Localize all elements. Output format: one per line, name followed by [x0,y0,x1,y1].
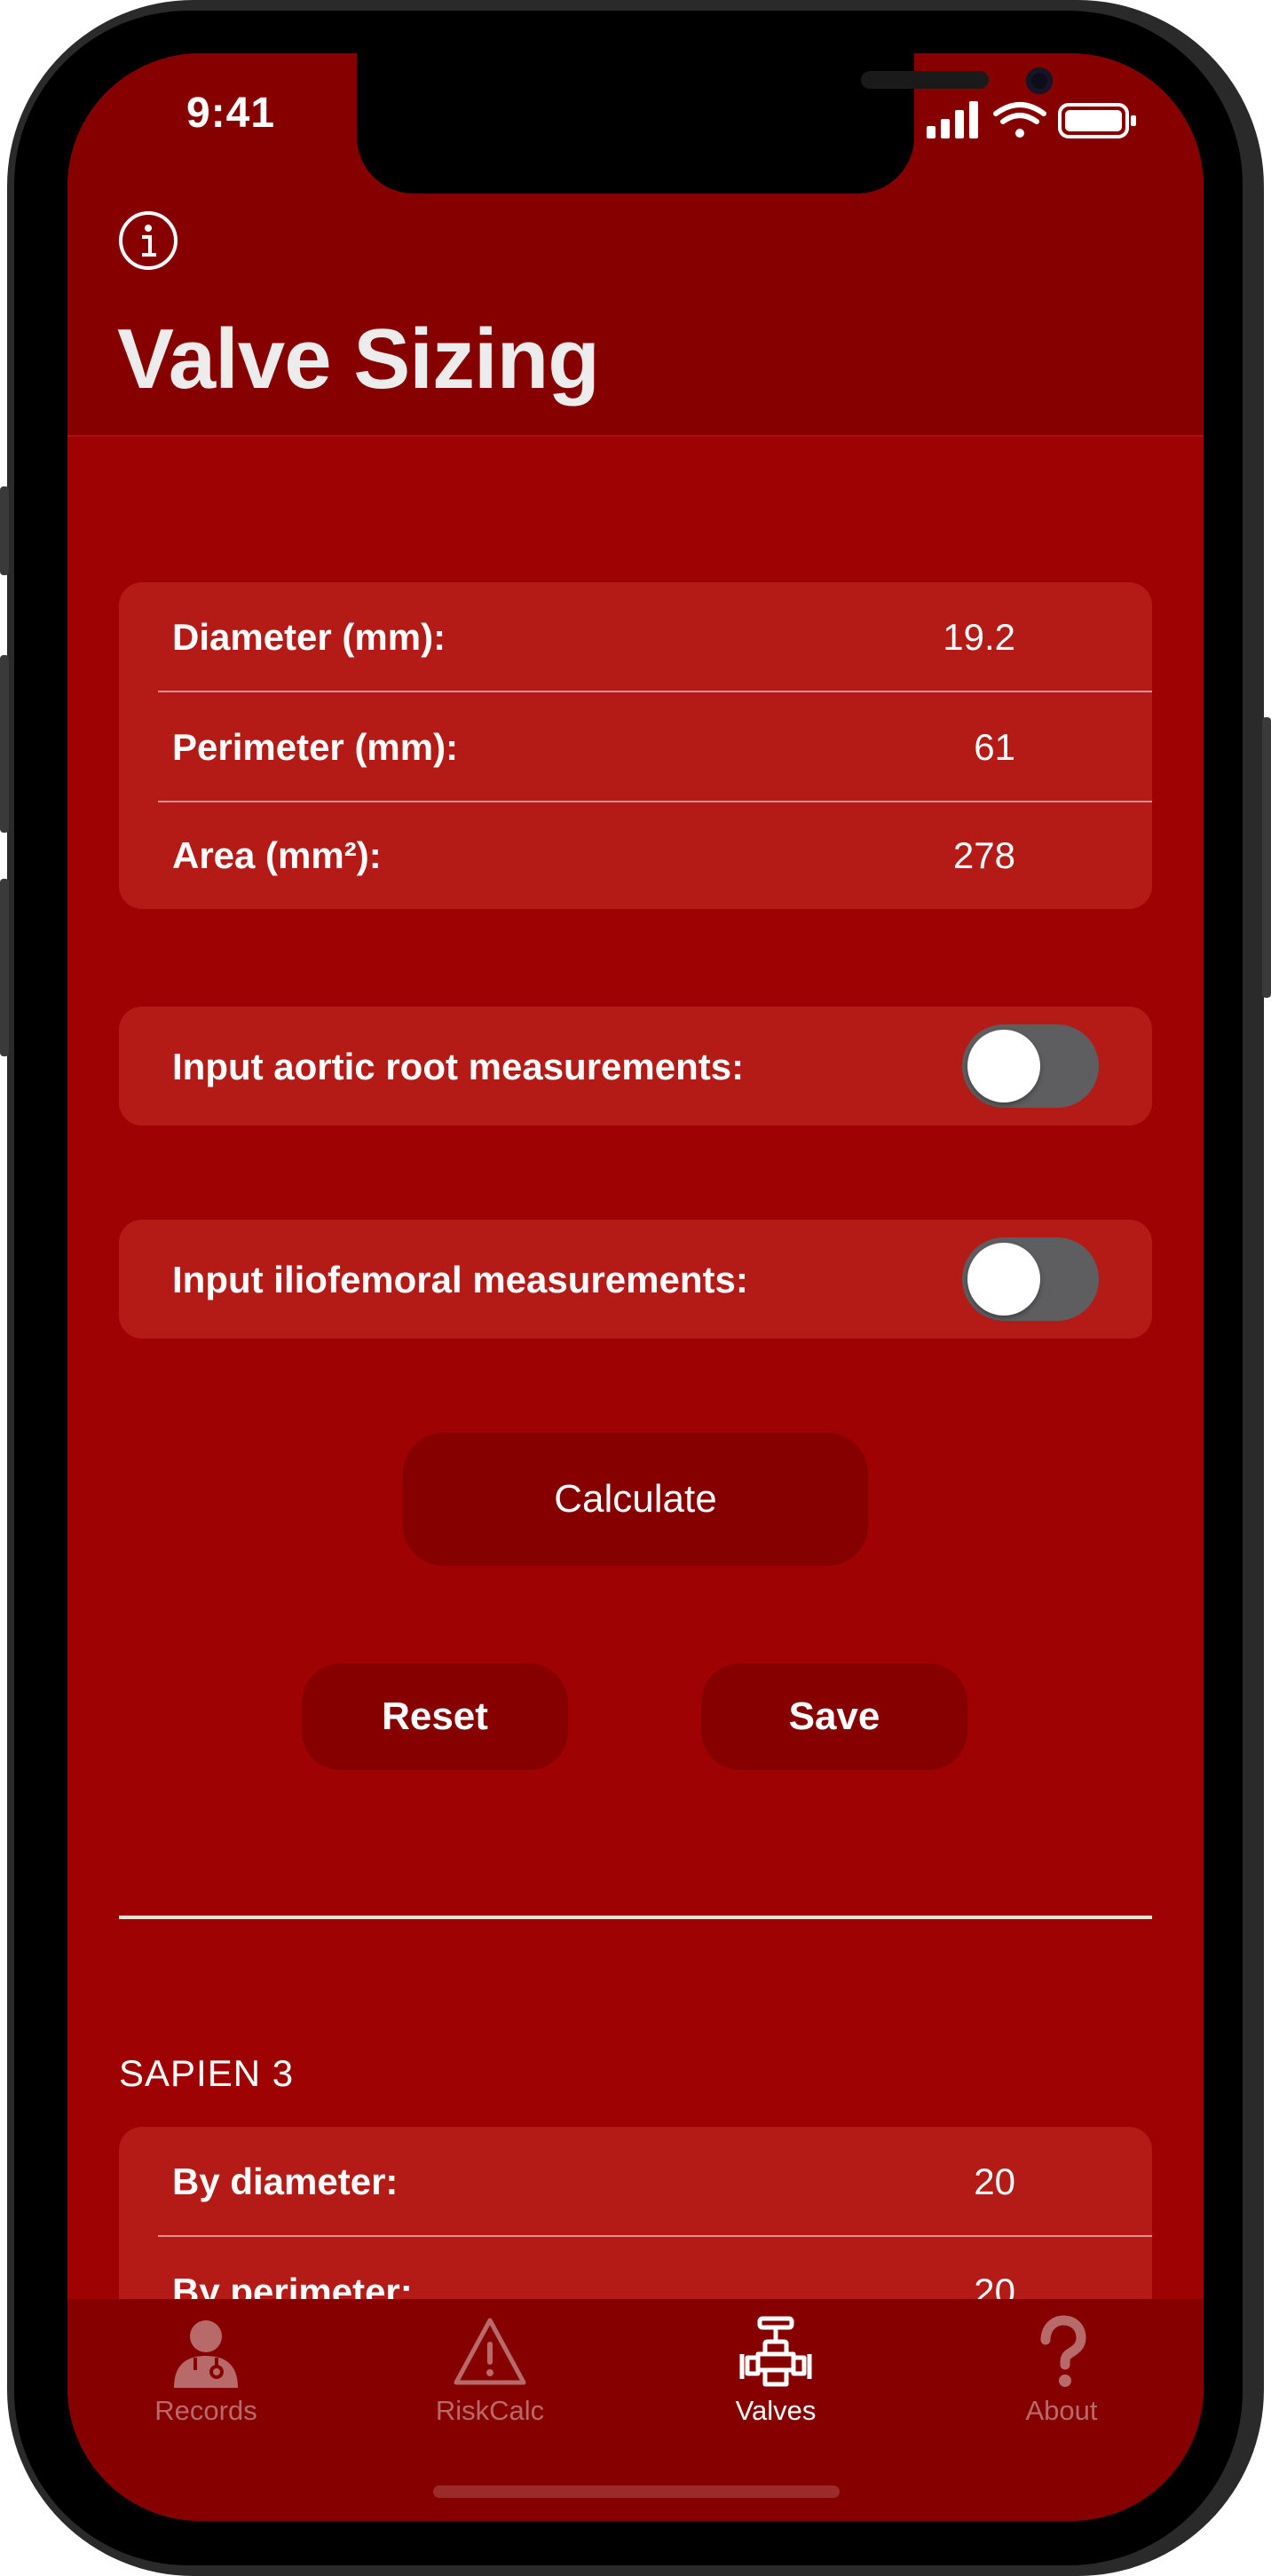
by-diameter-row: By diameter: 20 [119,2127,1152,2235]
cellular-signal-icon [927,101,978,138]
by-diameter-value: 20 [974,2161,1015,2202]
perimeter-label: Perimeter (mm): [172,726,459,768]
area-row[interactable]: Area (mm²): 278 [119,801,1152,909]
save-button[interactable]: Save [701,1663,967,1770]
tab-about[interactable]: About [973,2315,1150,2430]
question-icon [1040,2315,1086,2387]
toggle-knob [967,1243,1040,1316]
info-icon [119,211,178,270]
tab-riskcalc[interactable]: RiskCalc [401,2315,579,2430]
doctor-icon [174,2320,238,2388]
tab-about-label: About [1025,2395,1098,2426]
diameter-label: Diameter (mm): [172,616,446,658]
volume-down-button [0,879,9,1056]
power-button [1262,717,1271,998]
diameter-row[interactable]: Diameter (mm): 19.2 [119,582,1152,691]
tab-valves-label: Valves [735,2395,817,2426]
valve-icon [739,2316,812,2387]
page-title: Valve Sizing [117,312,600,407]
aortic-root-row: Input aortic root measurements: [119,1012,1152,1120]
home-indicator[interactable] [433,2485,840,2498]
info-button[interactable] [117,209,179,272]
results-section-title: SAPIEN 3 [119,2052,295,2094]
tab-valves[interactable]: Valves [687,2315,864,2430]
iliofemoral-toggle-card: Input iliofemoral measurements: [119,1220,1152,1339]
reset-button[interactable]: Reset [302,1663,568,1770]
battery-icon [1058,103,1136,138]
app-screen: 9:41 Valve Sizing Diameter (mm): 19.2 Pe… [67,53,1204,2521]
front-camera [1026,67,1053,94]
diameter-value[interactable]: 19.2 [943,616,1015,659]
area-value[interactable]: 278 [953,834,1015,877]
status-icons [927,99,1140,142]
area-label: Area (mm²): [172,834,382,876]
device-notch [357,53,1053,194]
iliofemoral-label: Input iliofemoral measurements: [172,1259,748,1300]
iliofemoral-row: Input iliofemoral measurements: [119,1225,1152,1333]
by-diameter-label: By diameter: [172,2161,399,2202]
tab-records-label: Records [154,2395,257,2426]
tab-riskcalc-label: RiskCalc [435,2395,545,2426]
iliofemoral-toggle[interactable] [962,1237,1099,1321]
status-time: 9:41 [186,90,276,137]
perimeter-value[interactable]: 61 [974,726,1015,769]
warning-icon [454,2318,526,2385]
wifi-icon [993,102,1046,138]
measurements-card: Diameter (mm): 19.2 Perimeter (mm): 61 A… [119,582,1152,909]
tab-records[interactable]: Records [117,2315,295,2430]
volume-up-button [0,655,9,833]
calculate-button[interactable]: Calculate [403,1433,868,1566]
aortic-root-label: Input aortic root measurements: [172,1046,745,1087]
aortic-root-toggle[interactable] [962,1024,1099,1108]
toggle-knob [967,1030,1040,1102]
perimeter-row[interactable]: Perimeter (mm): 61 [119,692,1152,801]
earpiece [861,71,989,89]
aortic-root-toggle-card: Input aortic root measurements: [119,1007,1152,1126]
section-divider [119,1916,1152,1919]
silent-switch [0,486,9,575]
